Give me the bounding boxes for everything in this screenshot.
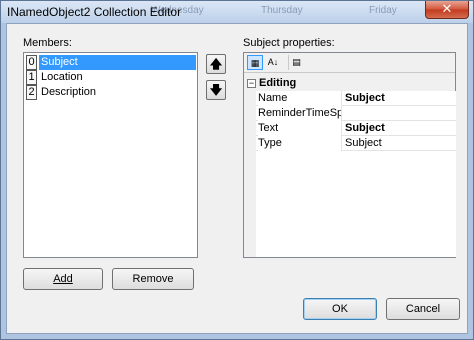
add-button[interactable]: Add	[23, 268, 103, 290]
ok-button-label: OK	[332, 303, 348, 315]
move-down-button[interactable]: 🡇	[206, 80, 226, 100]
property-value[interactable]: Subject	[345, 121, 385, 136]
category-label: Editing	[259, 77, 297, 89]
property-row[interactable]: Type Subject	[256, 136, 456, 151]
remove-button-label: Remove	[132, 273, 174, 285]
close-icon: ✕	[441, 1, 453, 16]
members-label: Members:	[23, 37, 72, 49]
title-bar[interactable]: Wednesday Thursday Friday INamedObject2 …	[1, 1, 473, 23]
property-name: Name	[258, 91, 342, 106]
category-row[interactable]: − Editing	[244, 76, 455, 91]
list-item[interactable]: 1 Location	[26, 70, 196, 85]
property-value[interactable]: Subject	[345, 136, 382, 151]
cancel-button-label: Cancel	[405, 303, 441, 315]
alphabetical-icon[interactable]: A↓	[265, 55, 281, 70]
background-ghost-text: Friday	[369, 5, 397, 16]
background-ghost-text: Thursday	[261, 5, 303, 16]
member-name: Subject	[39, 55, 196, 70]
member-index: 0	[26, 55, 37, 70]
properties-label: Subject properties:	[243, 37, 335, 49]
categorized-icon[interactable]: ▦	[247, 55, 263, 70]
property-row[interactable]: ReminderTimeSpan	[256, 106, 456, 121]
property-row[interactable]: Text Subject	[256, 121, 456, 136]
property-pages-icon[interactable]: ▤	[288, 55, 304, 70]
members-list[interactable]: 0 Subject 1 Location 2 Description	[23, 52, 198, 258]
property-gutter	[244, 91, 256, 257]
ok-button[interactable]: OK	[303, 298, 377, 320]
close-button[interactable]: ✕	[425, 1, 469, 19]
property-grid[interactable]: ▦ A↓ ▤ − Editing Name Subject ReminderTi…	[243, 52, 456, 258]
collapse-icon[interactable]: −	[247, 79, 256, 88]
collection-editor-window: Wednesday Thursday Friday INamedObject2 …	[0, 0, 474, 340]
member-name: Location	[41, 71, 83, 83]
property-value[interactable]: Subject	[345, 91, 385, 106]
dialog-client-area: Members: 0 Subject 1 Location 2 Descript…	[6, 23, 468, 334]
property-name: ReminderTimeSpan	[258, 106, 342, 121]
list-item[interactable]: 2 Description	[26, 85, 196, 100]
cancel-button[interactable]: Cancel	[386, 298, 460, 320]
list-item[interactable]: 0 Subject	[26, 55, 196, 70]
property-row[interactable]: Name Subject	[256, 91, 456, 106]
member-index: 2	[26, 85, 37, 100]
add-button-label: Add	[53, 273, 73, 285]
move-up-button[interactable]: 🡅	[206, 54, 226, 74]
property-grid-body: − Editing Name Subject ReminderTimeSpan …	[244, 74, 456, 257]
member-name: Description	[41, 86, 97, 98]
member-index: 1	[26, 70, 37, 85]
property-grid-empty-area	[256, 151, 456, 257]
window-title: INamedObject2 Collection Editor	[7, 5, 182, 19]
property-grid-toolbar: ▦ A↓ ▤	[244, 53, 455, 73]
property-name: Type	[258, 136, 342, 151]
arrow-down-icon: 🡇	[209, 83, 223, 97]
arrow-up-icon: 🡅	[209, 57, 223, 71]
remove-button[interactable]: Remove	[112, 268, 194, 290]
property-name: Text	[258, 121, 342, 136]
